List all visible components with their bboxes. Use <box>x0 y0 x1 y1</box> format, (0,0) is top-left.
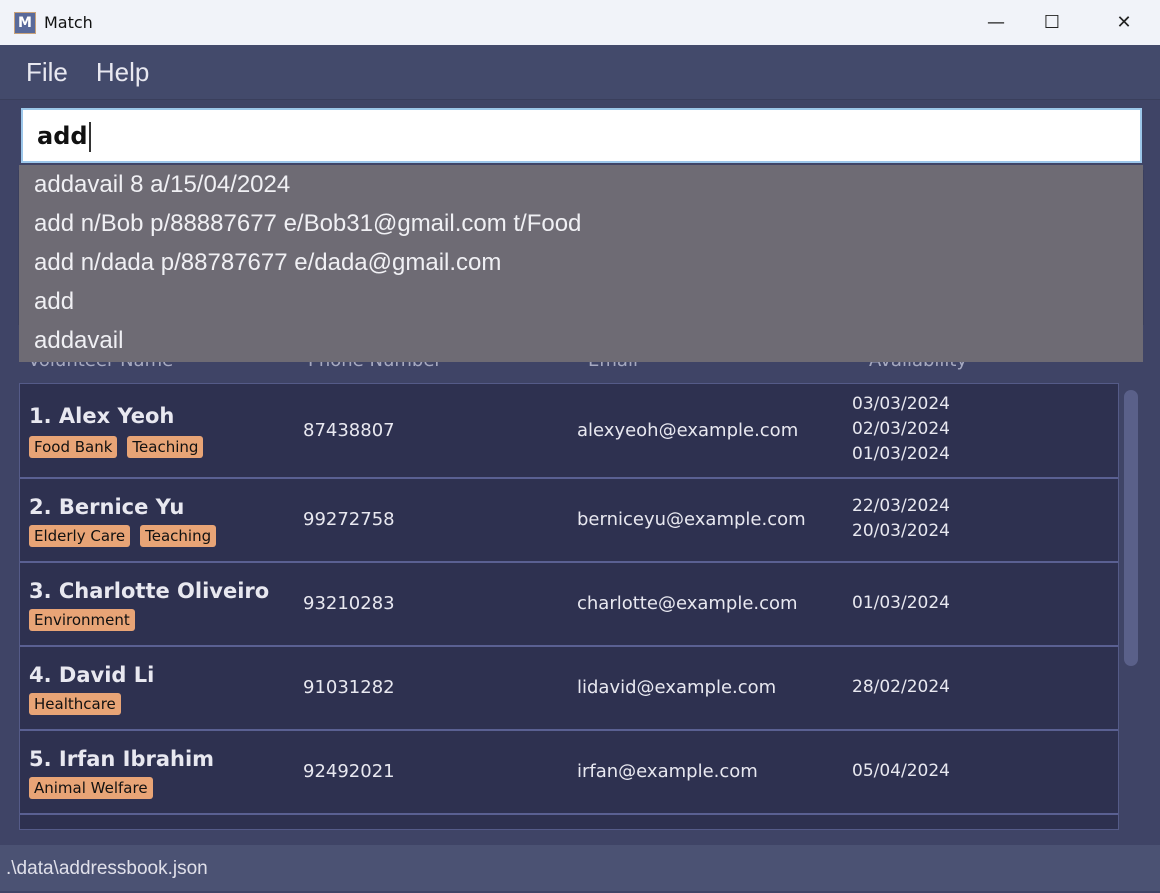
close-button[interactable]: ✕ <box>1096 0 1152 45</box>
availability-list: 01/03/2024 <box>852 591 950 616</box>
person-card-partial[interactable] <box>20 815 1118 829</box>
scrollbar-thumb[interactable] <box>1124 390 1138 666</box>
tag: Food Bank <box>29 436 118 458</box>
person-card[interactable]: 3. Charlotte Oliveiro Environment 93210283… <box>20 563 1118 647</box>
tag-list: Elderly Care Teaching <box>29 525 217 547</box>
person-email: lidavid@example.com <box>577 677 777 698</box>
tag-list: Environment <box>29 609 135 631</box>
availability-list: 05/04/2024 <box>852 759 950 784</box>
availability-date: 20/03/2024 <box>852 521 950 541</box>
person-name: 4. David Li <box>29 663 155 687</box>
person-card[interactable]: 1. Alex Yeoh Food Bank Teaching 87438807 ale… <box>20 384 1118 479</box>
tag: Teaching <box>140 525 217 547</box>
person-name: 2. Bernice Yu <box>29 495 185 519</box>
suggestion-item[interactable]: addavail <box>19 326 1143 365</box>
person-phone: 93210283 <box>303 593 395 614</box>
person-name: 3. Charlotte Oliveiro <box>29 579 270 603</box>
tag-list: Animal Welfare <box>29 777 153 799</box>
person-phone: 91031282 <box>303 677 395 698</box>
tag: Elderly Care <box>29 525 131 547</box>
tag: Teaching <box>127 436 204 458</box>
availability-date: 03/03/2024 <box>852 394 950 414</box>
tag-list: Healthcare <box>29 693 121 715</box>
text-caret <box>88 122 91 152</box>
menu-bar: File Help <box>0 45 1160 100</box>
availability-date: 22/03/2024 <box>852 496 950 516</box>
suggestion-item[interactable]: add n/dada p/88787677 e/dada@gmail.com <box>19 248 1143 287</box>
status-bar: .\data\addressbook.json <box>0 845 1160 891</box>
maximize-button[interactable]: ☐ <box>1024 0 1080 45</box>
person-name: 1. Alex Yeoh <box>29 404 175 428</box>
tag: Environment <box>29 609 135 631</box>
person-email: berniceyu@example.com <box>577 509 806 530</box>
tag-list: Food Bank Teaching <box>29 436 204 458</box>
availability-date: 05/04/2024 <box>852 760 950 781</box>
menu-file[interactable]: File <box>26 57 68 88</box>
person-phone: 92492021 <box>303 761 395 782</box>
availability-date: 01/03/2024 <box>852 444 950 464</box>
availability-list: 22/03/2024 20/03/2024 <box>852 494 950 544</box>
command-input[interactable]: add <box>21 108 1142 163</box>
minimize-button[interactable]: — <box>968 0 1024 45</box>
availability-date: 01/03/2024 <box>852 592 950 613</box>
person-email: charlotte@example.com <box>577 593 798 614</box>
availability-list: 28/02/2024 <box>852 675 950 700</box>
person-phone: 87438807 <box>303 419 395 441</box>
person-card[interactable]: 5. Irfan Ibrahim Animal Welfare 92492021 ir… <box>20 731 1118 815</box>
menu-help[interactable]: Help <box>96 57 149 88</box>
command-text: add <box>37 122 88 150</box>
window-title: Match <box>44 13 93 32</box>
person-card[interactable]: 4. David Li Healthcare 91031282 lidavid@exa… <box>20 647 1118 731</box>
tag: Healthcare <box>29 693 121 715</box>
availability-list: 03/03/2024 02/03/2024 01/03/2024 <box>852 392 950 467</box>
person-name: 5. Irfan Ibrahim <box>29 747 215 771</box>
person-card[interactable]: 2. Bernice Yu Elderly Care Teaching 9927275… <box>20 479 1118 563</box>
availability-date: 28/02/2024 <box>852 676 950 697</box>
title-bar: M Match — ☐ ✕ <box>0 0 1160 45</box>
person-phone: 99272758 <box>303 509 395 530</box>
app-logo-icon: M <box>14 11 36 34</box>
autocomplete-dropdown: addavail 8 a/15/04/2024 add n/Bob p/88887… <box>19 165 1143 362</box>
availability-date: 02/03/2024 <box>852 419 950 439</box>
person-email: alexyeoh@example.com <box>577 419 799 441</box>
person-list[interactable]: 1. Alex Yeoh Food Bank Teaching 87438807 ale… <box>19 383 1119 830</box>
suggestion-item[interactable]: add n/Bob p/88887677 e/Bob31@gmail.com t… <box>19 209 1143 248</box>
suggestion-item[interactable]: addavail 8 a/15/04/2024 <box>19 170 1143 209</box>
tag: Animal Welfare <box>29 777 153 799</box>
person-email: irfan@example.com <box>577 761 758 782</box>
suggestion-item[interactable]: add <box>19 287 1143 326</box>
